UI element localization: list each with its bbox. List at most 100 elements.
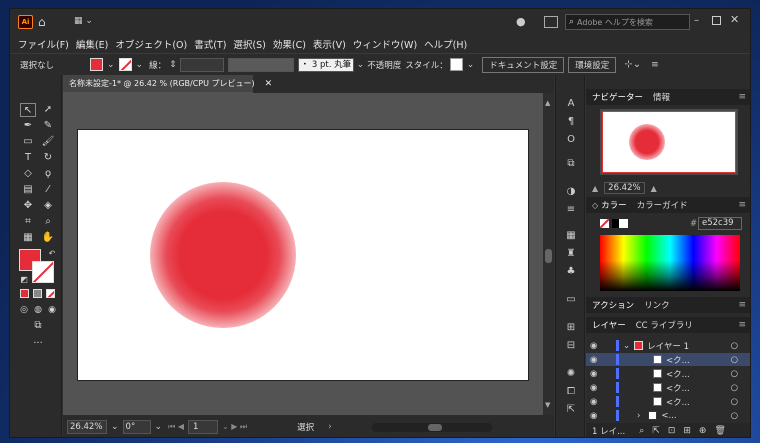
help-search-box[interactable]: ⌕ Adobe ヘルプを検索 — [565, 14, 690, 30]
menu-select[interactable]: 選択(S) — [233, 37, 265, 51]
panel-layout-icon[interactable] — [544, 16, 558, 28]
appearance-panel-icon[interactable]: ◑ — [563, 185, 579, 199]
none-swatch[interactable] — [600, 219, 609, 228]
stroke-panel-icon[interactable]: ≡ — [563, 203, 579, 217]
target-icon[interactable]: ○ — [731, 383, 738, 393]
sublayer-row[interactable]: ◉ <ク... ○ — [586, 353, 750, 366]
more-menu-icon[interactable]: ≡ — [651, 60, 659, 70]
chevron-down-icon[interactable]: ⌄ — [155, 422, 163, 432]
sublayer-name[interactable]: <ク... — [666, 396, 690, 408]
menu-window[interactable]: ウィンドウ(W) — [353, 37, 417, 51]
tab-color[interactable]: カラー — [601, 199, 627, 211]
menu-help[interactable]: ヘルプ(H) — [424, 37, 467, 51]
artboards-panel-icon[interactable]: ⧠ — [563, 385, 579, 399]
chevron-down-icon[interactable]: ⌄ — [136, 60, 144, 70]
draw-inside-icon[interactable]: ◉ — [44, 303, 60, 317]
transform-panel-icon[interactable]: ⧉ — [563, 157, 579, 171]
tab-links[interactable]: リンク — [644, 299, 670, 311]
panel-menu-icon[interactable]: ≡ — [738, 200, 746, 210]
panel-menu-icon[interactable]: ≡ — [738, 92, 746, 102]
chart-tool-icon[interactable]: ▦ — [20, 231, 36, 245]
brush-dropdown[interactable]: ・ 3 pt. 丸筆 — [297, 57, 354, 72]
panel-menu-icon[interactable]: ≡ — [738, 300, 746, 310]
sublayer-name[interactable]: <ク... — [666, 354, 690, 366]
sublayer-row[interactable]: ◉ › <... ○ — [586, 409, 750, 422]
tab-navigator[interactable]: ナビゲーター — [592, 91, 643, 103]
chevron-down-icon[interactable]: ⌄ — [357, 60, 365, 70]
lasso-tool-icon[interactable]: ϙ — [40, 167, 56, 181]
scroll-down-icon[interactable]: ▼ — [545, 401, 550, 409]
scroll-up-icon[interactable]: ▲ — [545, 99, 550, 107]
stepper-icon[interactable]: ⇕ — [169, 60, 177, 70]
hex-input[interactable]: e52c39 — [698, 217, 742, 230]
export-icon[interactable]: ⇱ — [563, 403, 579, 417]
collapse-icon[interactable]: ◇ — [592, 201, 598, 210]
clipping-mask-icon[interactable]: ⊡ — [668, 426, 676, 436]
tab-info[interactable]: 情報 — [653, 91, 670, 103]
navigator-zoom-field[interactable]: 26.42% — [604, 182, 645, 194]
menu-view[interactable]: 表示(V) — [313, 37, 346, 51]
chevron-down-icon[interactable]: ⌄ — [111, 422, 119, 432]
panel-menu-icon[interactable]: ≡ — [738, 320, 746, 330]
target-icon[interactable]: ○ — [731, 355, 738, 365]
white-swatch[interactable] — [619, 219, 628, 228]
sublayer-row[interactable]: ◉ <ク... ○ — [586, 395, 750, 408]
horizontal-scrollbar[interactable] — [371, 422, 492, 432]
edit-toolbar-icon[interactable]: ··· — [30, 337, 46, 351]
swatches-panel-icon[interactable]: ▦ — [563, 229, 579, 243]
gradient-mode-button[interactable] — [33, 289, 42, 298]
new-sublayer-icon[interactable]: ⊞ — [683, 426, 691, 436]
character-panel-icon[interactable]: A — [563, 97, 579, 111]
navigator-view-box[interactable] — [602, 111, 736, 173]
visibility-eye-icon[interactable]: ◉ — [590, 397, 606, 407]
target-icon[interactable]: ○ — [731, 411, 738, 421]
artboard-number-field[interactable]: 1 — [188, 420, 218, 434]
visibility-eye-icon[interactable]: ◉ — [590, 341, 606, 351]
layer-row[interactable]: ◉ ⌄ レイヤー 1 ○ — [586, 339, 750, 352]
symbols-panel-icon[interactable]: ♣ — [563, 265, 579, 279]
paintbrush-tool-icon[interactable]: 🖌 — [40, 135, 56, 149]
layer-name[interactable]: レイヤー 1 — [647, 340, 689, 352]
chevron-down-icon[interactable]: ⌄ — [107, 60, 115, 70]
canvas[interactable] — [63, 93, 543, 415]
expand-chevron-icon[interactable]: ⌄ — [623, 341, 630, 351]
stroke-color-box[interactable] — [32, 261, 54, 283]
color-mode-button[interactable] — [20, 289, 29, 298]
swap-colors-icon[interactable]: ↶ — [44, 247, 60, 261]
fill-swatch[interactable] — [90, 58, 103, 71]
style-swatch[interactable] — [449, 58, 463, 71]
export-icon[interactable]: ⇱ — [652, 426, 660, 436]
visibility-eye-icon[interactable]: ◉ — [590, 383, 606, 393]
gradient-tool-icon[interactable]: ▤ — [20, 183, 36, 197]
home-icon[interactable]: ⌂ — [38, 15, 52, 29]
visibility-eye-icon[interactable]: ◉ — [590, 355, 606, 365]
rectangle-tool-icon[interactable]: ▭ — [20, 135, 36, 149]
tab-cc-libraries[interactable]: CC ライブラリ — [636, 319, 693, 331]
opacity-label[interactable]: 不透明度 — [367, 59, 401, 71]
sublayer-name[interactable]: <ク... — [666, 368, 690, 380]
menu-file[interactable]: ファイル(F) — [18, 37, 69, 51]
document-tab[interactable]: 名称未設定-1* @ 26.42 % (RGB/CPU プレビュー) ✕ — [63, 75, 272, 93]
scroll-thumb[interactable] — [545, 249, 552, 263]
next-artboard-icon[interactable]: ⌄ ▶ ⏭ — [222, 422, 247, 432]
rotate-view-field[interactable]: 0° — [122, 420, 151, 434]
align-panel-icon[interactable]: ⊞ — [563, 321, 579, 335]
default-colors-icon[interactable]: ◩ — [16, 273, 32, 287]
current-tool-status[interactable]: 選択 — [297, 421, 314, 433]
spatter-brush-circle[interactable] — [150, 182, 296, 328]
close-icon[interactable]: ✕ — [265, 79, 273, 89]
menu-effect[interactable]: 効果(C) — [273, 37, 306, 51]
target-icon[interactable]: ○ — [731, 341, 738, 351]
locate-object-icon[interactable]: ⌕ — [639, 426, 644, 436]
stroke-swatch[interactable] — [118, 58, 132, 71]
chevron-down-icon[interactable]: ⌄ — [467, 60, 475, 70]
artboard-tool-icon[interactable]: ⌗ — [20, 215, 36, 229]
eyedropper-tool-icon[interactable]: ⁄ — [40, 183, 56, 197]
visibility-eye-icon[interactable]: ◉ — [590, 369, 606, 379]
shape-builder-tool-icon[interactable]: ◈ — [40, 199, 56, 213]
vertical-scrollbar[interactable]: ▲ ▼ — [543, 93, 554, 415]
navigator-preview[interactable] — [600, 109, 738, 175]
direct-selection-tool-icon[interactable]: ➚ — [40, 103, 56, 117]
color-spectrum[interactable] — [600, 235, 740, 291]
close-button[interactable]: ✕ — [730, 13, 742, 26]
